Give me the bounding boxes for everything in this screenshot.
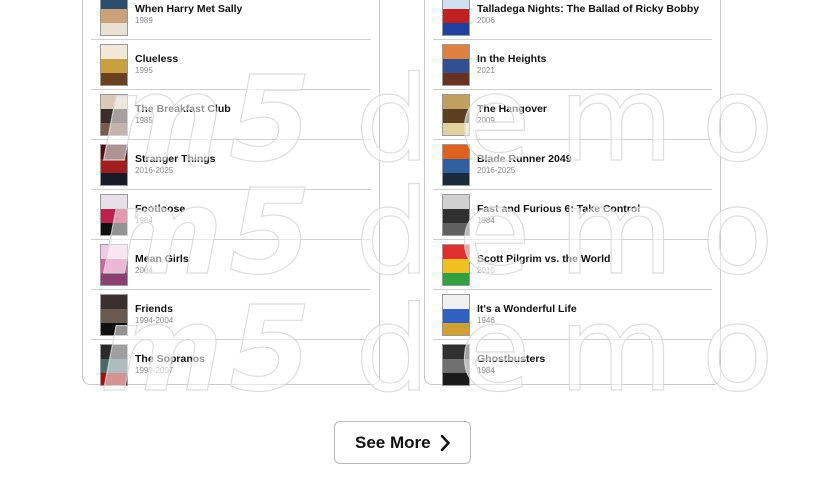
movie-year: 1984: [477, 216, 495, 225]
movie-year: 2004: [135, 266, 153, 275]
movie-poster-thumbnail[interactable]: [100, 194, 128, 236]
movie-list-item[interactable]: The Breakfast Club 1985: [91, 90, 371, 140]
movie-title[interactable]: Footloose: [135, 203, 185, 215]
movie-poster-thumbnail[interactable]: [100, 44, 128, 86]
movie-title[interactable]: Mean Girls: [135, 253, 189, 265]
movie-list-item[interactable]: Blade Runner 2049 2016-2025: [433, 140, 712, 190]
movie-poster-thumbnail[interactable]: [100, 244, 128, 286]
movie-title[interactable]: The Sopranos: [135, 353, 205, 365]
movie-poster-thumbnail[interactable]: [100, 294, 128, 336]
movie-list-item[interactable]: Talladega Nights: The Ballad of Ricky Bo…: [433, 0, 712, 40]
movie-title[interactable]: The Hangover: [477, 103, 547, 115]
see-more-button[interactable]: See More: [334, 421, 471, 464]
movie-year: 2021: [477, 66, 495, 75]
movie-title[interactable]: Friends: [135, 303, 173, 315]
movie-year: 1984: [477, 366, 495, 375]
results-panel-right: Talladega Nights: The Ballad of Ricky Bo…: [424, 0, 721, 386]
movie-year: 1989: [135, 16, 153, 25]
movie-poster-thumbnail[interactable]: [442, 244, 470, 286]
see-more-label: See More: [355, 433, 431, 452]
movie-year: 1995: [135, 66, 153, 75]
movie-list-item[interactable]: Mean Girls 2004: [91, 240, 371, 290]
movie-title[interactable]: Blade Runner 2049: [477, 153, 572, 165]
movie-title[interactable]: Ghostbusters: [477, 353, 545, 365]
movie-list-item[interactable]: Footloose 1984: [91, 190, 371, 240]
movie-title[interactable]: Fast and Furious 6: Take Control: [477, 203, 640, 215]
movie-list-item[interactable]: Friends 1994-2004: [91, 290, 371, 340]
movie-poster-thumbnail[interactable]: [442, 344, 470, 386]
movie-list-item[interactable]: It's a Wonderful Life 1946: [433, 290, 712, 340]
movie-list-right: Talladega Nights: The Ballad of Ricky Bo…: [433, 0, 712, 390]
movie-year: 2010: [477, 266, 495, 275]
movie-title[interactable]: Talladega Nights: The Ballad of Ricky Bo…: [477, 3, 699, 15]
results-panel-left: When Harry Met Sally 1989 Clueless 1995 The …: [82, 0, 380, 386]
movie-year: 2016-2025: [135, 166, 174, 175]
movie-title[interactable]: Scott Pilgrim vs. the World: [477, 253, 610, 265]
movie-list-item[interactable]: Stranger Things 2016-2025: [91, 140, 371, 190]
movie-poster-thumbnail[interactable]: [100, 94, 128, 136]
movie-title[interactable]: When Harry Met Sally: [135, 3, 242, 15]
movie-year: 2009: [477, 116, 495, 125]
movie-list-left: When Harry Met Sally 1989 Clueless 1995 The …: [91, 0, 371, 390]
movie-list-item[interactable]: In the Heights 2021: [433, 40, 712, 90]
movie-poster-thumbnail[interactable]: [442, 44, 470, 86]
movie-list-item[interactable]: Ghostbusters 1984: [433, 340, 712, 390]
movie-title[interactable]: Clueless: [135, 53, 178, 65]
movie-title[interactable]: The Breakfast Club: [135, 103, 231, 115]
movie-title[interactable]: Stranger Things: [135, 153, 216, 165]
movie-year: 1985: [135, 116, 153, 125]
movie-year: 1946: [477, 316, 495, 325]
movie-poster-thumbnail[interactable]: [442, 194, 470, 236]
movie-year: 2016-2025: [477, 166, 516, 175]
movie-list-item[interactable]: Clueless 1995: [91, 40, 371, 90]
movie-year: 2006: [477, 16, 495, 25]
movie-year: 1994-2004: [135, 316, 174, 325]
movie-list-item[interactable]: Fast and Furious 6: Take Control 1984: [433, 190, 712, 240]
movie-poster-thumbnail[interactable]: [442, 0, 470, 36]
movie-poster-thumbnail[interactable]: [100, 144, 128, 186]
movie-year: 1999-2007: [135, 366, 174, 375]
movie-poster-thumbnail[interactable]: [442, 94, 470, 136]
chevron-right-icon: [440, 435, 450, 451]
movie-title[interactable]: In the Heights: [477, 53, 546, 65]
movie-list-item[interactable]: The Sopranos 1999-2007: [91, 340, 371, 390]
movie-list-item[interactable]: Scott Pilgrim vs. the World 2010: [433, 240, 712, 290]
movie-poster-thumbnail[interactable]: [442, 144, 470, 186]
movie-list-item[interactable]: When Harry Met Sally 1989: [91, 0, 371, 40]
movie-poster-thumbnail[interactable]: [442, 294, 470, 336]
movie-poster-thumbnail[interactable]: [100, 344, 128, 386]
movie-list-item[interactable]: The Hangover 2009: [433, 90, 712, 140]
movie-title[interactable]: It's a Wonderful Life: [477, 303, 577, 315]
movie-poster-thumbnail[interactable]: [100, 0, 128, 36]
movie-year: 1984: [135, 216, 153, 225]
